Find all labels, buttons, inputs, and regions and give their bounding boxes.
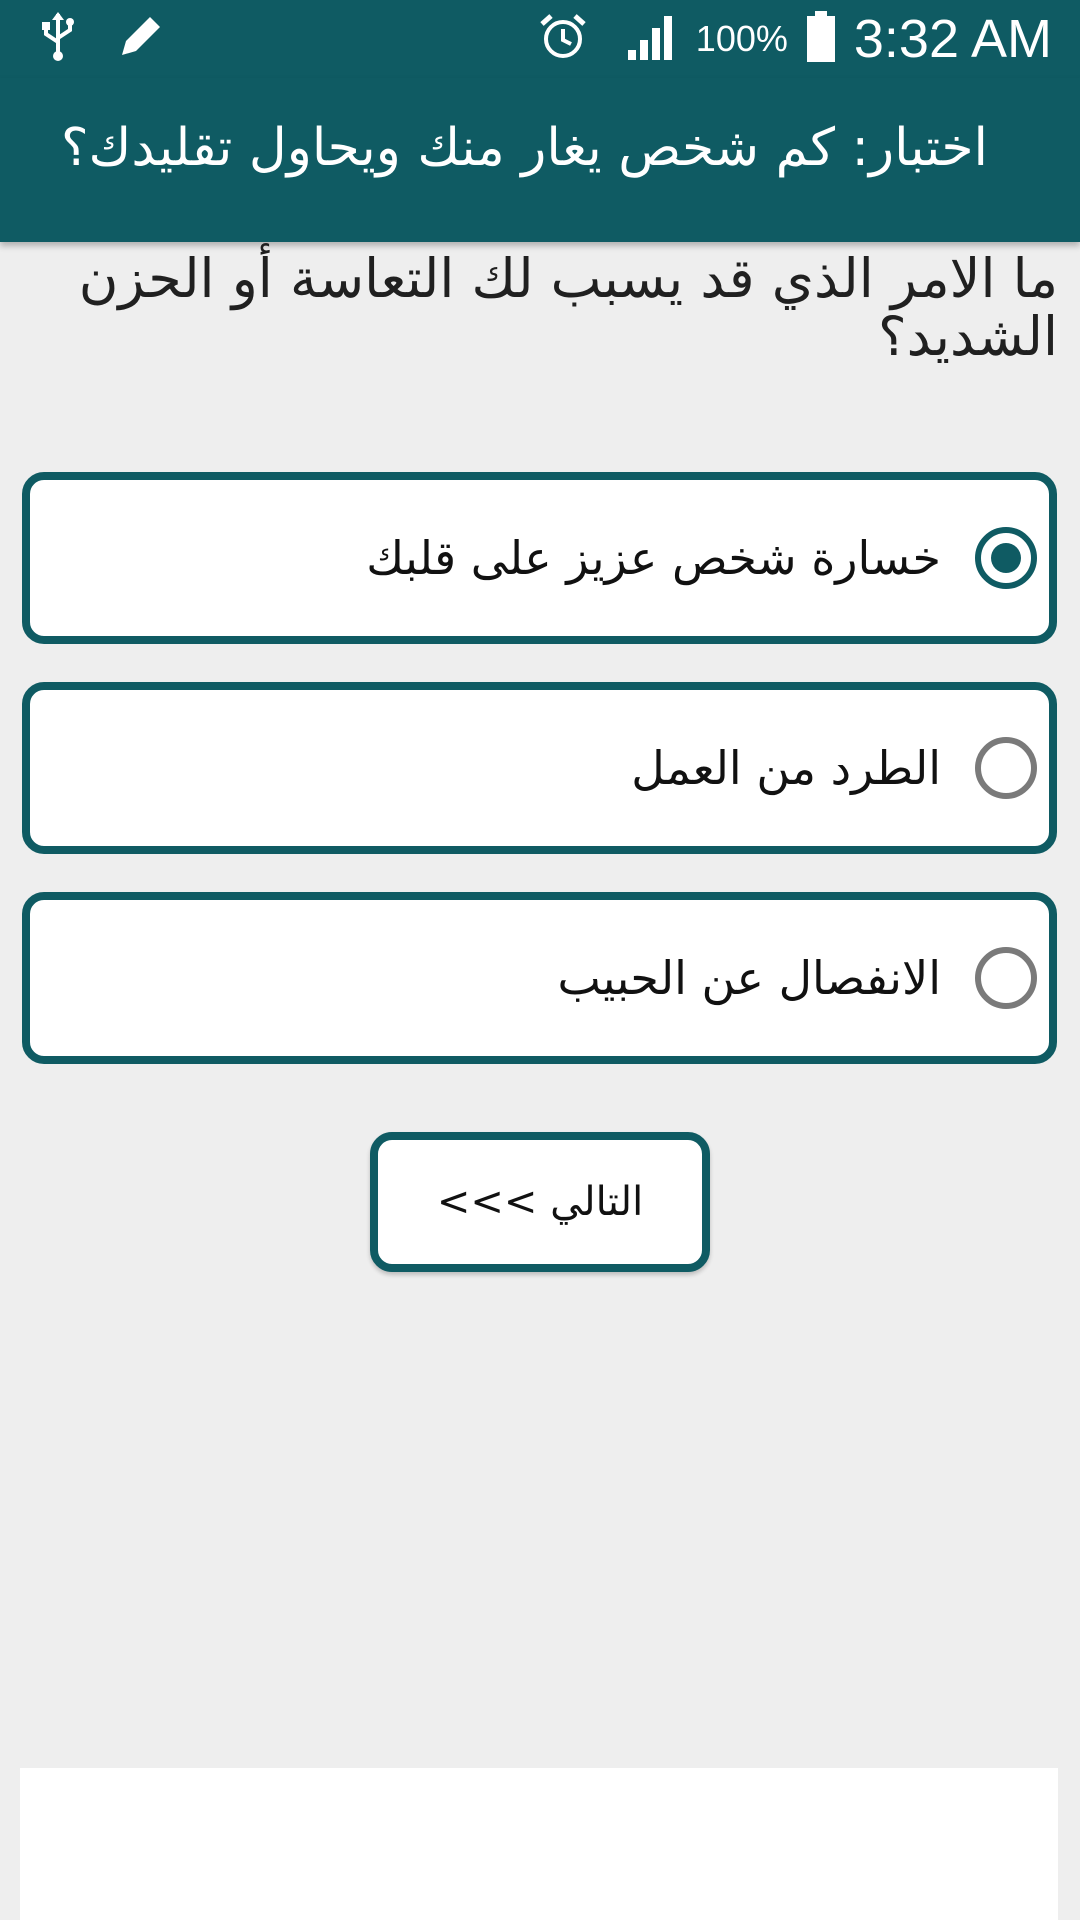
- status-right: 100% 3:32 AM: [538, 0, 1052, 78]
- alarm-icon: [538, 12, 588, 66]
- battery-percent: 100%: [695, 18, 788, 59]
- ad-banner-area: [20, 1768, 1058, 1920]
- radio-button[interactable]: [975, 737, 1037, 799]
- app-bar: اختبار: كم شخص يغار منك ويحاول تقليدك؟: [0, 78, 1080, 242]
- answer-option-label: الانفصال عن الحبيب: [557, 951, 941, 1005]
- radio-button-selected[interactable]: [975, 527, 1037, 589]
- answer-option-3[interactable]: الانفصال عن الحبيب: [22, 892, 1057, 1064]
- clock: 3:32 AM: [853, 9, 1052, 69]
- status-left-icons: [40, 12, 164, 66]
- signal-icon: [626, 12, 678, 66]
- next-button[interactable]: التالي >>>: [370, 1132, 710, 1272]
- answer-option-label: الطرد من العمل: [631, 741, 941, 795]
- battery-icon: [806, 11, 836, 67]
- question-text: ما الامر الذي قد يسبب لك التعاسة أو الحز…: [78, 247, 1058, 368]
- answer-option-label: خسارة شخص عزيز على قلبك: [366, 531, 941, 585]
- screen: 100% 3:32 AM اختبار: كم شخص يغار منك ويح…: [0, 0, 1080, 1920]
- answer-option-1[interactable]: خسارة شخص عزيز على قلبك: [22, 472, 1057, 644]
- pencil-icon: [116, 13, 164, 65]
- status-bar: 100% 3:32 AM: [0, 0, 1080, 78]
- answer-option-2[interactable]: الطرد من العمل: [22, 682, 1057, 854]
- usb-icon: [40, 12, 76, 66]
- radio-button[interactable]: [975, 947, 1037, 1009]
- page-title: اختبار: كم شخص يغار منك ويحاول تقليدك؟: [60, 118, 988, 178]
